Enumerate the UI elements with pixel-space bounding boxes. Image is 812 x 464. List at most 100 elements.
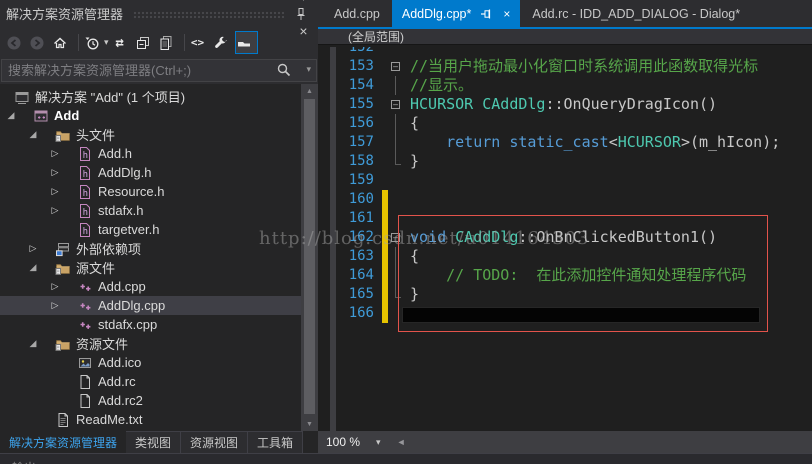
tree-item-stdafx.h[interactable]: ▷ h stdafx.h <box>0 201 301 220</box>
tree-item-AddDlg.h[interactable]: ▷ h AddDlg.h <box>0 163 301 182</box>
zoom-caret-icon: ▾ <box>376 436 381 447</box>
search-caret-icon[interactable]: ▾ <box>306 64 311 75</box>
collapse-all-button[interactable] <box>134 31 157 54</box>
collapse-box-icon[interactable]: – <box>391 62 400 71</box>
expander-icon[interactable]: ▷ <box>49 148 61 159</box>
navigation-bar[interactable]: (全局范围) <box>318 29 812 45</box>
expander-icon[interactable]: ▷ <box>49 167 61 178</box>
svg-text:h: h <box>83 170 88 180</box>
tree-item--[interactable]: ◢ 源文件 <box>0 258 301 277</box>
expander-icon[interactable]: ▷ <box>49 300 61 311</box>
search-box: ▾ <box>1 59 317 82</box>
doc-tab[interactable]: AddDlg.cpp* × <box>391 0 521 27</box>
doc-tab[interactable]: Add.rc - IDD_ADD_DIALOG - Dialog* <box>522 0 750 27</box>
home-button[interactable] <box>51 31 74 54</box>
editor-bottom-bar: 100 % ▾ ◄ <box>318 431 812 453</box>
code-text: //当用户拖动最小化窗口时系统调用此函数取得光标 <box>410 57 759 75</box>
search-icon[interactable] <box>276 62 292 78</box>
code-line-156[interactable]: 156 { <box>318 114 812 133</box>
collapse-box-icon[interactable]: – <box>391 100 400 109</box>
expander-icon[interactable]: ▷ <box>27 243 39 254</box>
expander-icon[interactable]: ◢ <box>27 262 39 273</box>
properties-wrench-button[interactable] <box>212 31 235 54</box>
copy-properties-button[interactable] <box>157 31 180 54</box>
tree-scrollbar[interactable]: ▲ ▼ <box>301 84 318 431</box>
dropdown-caret-icon[interactable]: ▾ <box>104 37 109 48</box>
scroll-up-icon[interactable]: ▲ <box>301 84 318 98</box>
code-text: { <box>410 114 420 132</box>
scroll-down-icon[interactable]: ▼ <box>301 417 318 431</box>
search-input[interactable] <box>1 59 317 82</box>
tree-item--[interactable]: ▷ 外部依赖项 <box>0 239 301 258</box>
tree-item-label: Resource.h <box>98 184 165 199</box>
expander-icon[interactable]: ▷ <box>49 205 61 216</box>
scope-dropdown[interactable]: (全局范围) <box>348 28 404 45</box>
expander-icon[interactable]: ▷ <box>49 186 61 197</box>
preview-selected-button[interactable] <box>234 31 258 54</box>
tool-tab-解决方案资源管理器[interactable]: 解决方案资源管理器 <box>0 431 127 453</box>
tool-tab-类视图[interactable]: 类视图 <box>126 431 182 453</box>
forward-button[interactable] <box>28 31 51 54</box>
output-panel-edge[interactable]: 输出 <box>0 453 812 464</box>
outline-margin[interactable]: – <box>388 95 408 114</box>
tree-item--Add-1-[interactable]: 解决方案 "Add" (1 个项目) <box>0 87 301 106</box>
tool-tab-资源视图[interactable]: 资源视图 <box>181 431 249 453</box>
code-line-157[interactable]: 157 return static_cast<HCURSOR>(m_hIcon)… <box>318 133 812 152</box>
tool-window-tabs: 解决方案资源管理器 类视图 资源视图 工具箱 <box>0 431 318 453</box>
preview-selected-icon <box>236 35 252 51</box>
expander-icon[interactable]: ◢ <box>5 110 17 121</box>
code-line-154[interactable]: 154 //显示。 <box>318 76 812 95</box>
properties-wrench-icon <box>213 35 229 51</box>
tree-item-Add.cpp[interactable]: ▷ Add.cpp <box>0 277 301 296</box>
code-line-158[interactable]: 158} <box>318 152 812 171</box>
outline-margin[interactable]: – <box>388 57 408 76</box>
tree-item-Add.ico[interactable]: Add.ico <box>0 353 301 372</box>
tab-close-icon[interactable]: × <box>503 7 510 21</box>
tree-item-Resource.h[interactable]: ▷ h Resource.h <box>0 182 301 201</box>
view-code-button[interactable]: <> <box>189 31 212 54</box>
tool-tab-工具箱[interactable]: 工具箱 <box>248 431 304 453</box>
code-line-159[interactable]: 159 <box>318 171 812 190</box>
panel-title: 解决方案资源管理器 <box>6 7 124 22</box>
tree-item-Add[interactable]: ◢ Add <box>0 106 301 125</box>
tab-pin-icon[interactable] <box>479 6 495 22</box>
sync-button[interactable]: ⇄ <box>111 31 134 54</box>
tree-item-label: targetver.h <box>98 222 160 237</box>
code-line-155[interactable]: 155 – HCURSOR CAddDlg::OnQueryDragIcon() <box>318 95 812 114</box>
expander-icon[interactable]: ▷ <box>49 281 61 292</box>
code-line-153[interactable]: 153 – //当用户拖动最小化窗口时系统调用此函数取得光标 <box>318 57 812 76</box>
code-line-152[interactable]: 152 <box>318 47 812 57</box>
panel-title-bar[interactable]: 解决方案资源管理器 ▾× <box>0 0 318 39</box>
tree-item-AddDlg.cpp[interactable]: ▷ AddDlg.cpp <box>0 296 301 315</box>
line-number: 159 <box>348 172 374 188</box>
doc-tab[interactable]: Add.cpp <box>324 0 390 27</box>
tree-item-Add.rc[interactable]: Add.rc <box>0 372 301 391</box>
tree-item-Add.rc2[interactable]: Add.rc2 <box>0 391 301 410</box>
horizontal-scrollbar[interactable]: ◄ <box>389 437 812 447</box>
code-line-160[interactable]: 160 <box>318 190 812 209</box>
code-text: } <box>410 152 420 170</box>
tree-item-label: 外部依赖项 <box>76 242 142 257</box>
tree-item-targetver.h[interactable]: h targetver.h <box>0 220 301 239</box>
outline-margin <box>388 171 408 190</box>
expander-icon[interactable]: ◢ <box>27 338 39 349</box>
line-number: 164 <box>348 267 374 283</box>
scrollbar-thumb[interactable] <box>304 99 315 414</box>
tree-item--[interactable]: ◢ 资源文件 <box>0 334 301 353</box>
h-file-icon: h <box>77 203 93 219</box>
outline-guide <box>395 133 396 152</box>
line-number: 157 <box>348 134 374 150</box>
tree-item--[interactable]: ◢ 头文件 <box>0 125 301 144</box>
folder-icon <box>55 127 71 143</box>
back-button[interactable] <box>5 31 28 54</box>
pin-button[interactable] <box>295 5 312 22</box>
tree-item-Add.h[interactable]: ▷ h Add.h <box>0 144 301 163</box>
tree-item-ReadMe.txt[interactable]: ReadMe.txt <box>0 410 301 429</box>
view-code-icon: <> <box>190 36 205 49</box>
zoom-dropdown[interactable]: 100 % ▾ <box>318 435 389 449</box>
pending-changes-button[interactable] <box>83 31 106 54</box>
tree-item-label: Add <box>54 108 80 123</box>
line-number: 165 <box>348 286 374 302</box>
tree-item-stdafx.cpp[interactable]: stdafx.cpp <box>0 315 301 334</box>
expander-icon[interactable]: ◢ <box>27 129 39 140</box>
